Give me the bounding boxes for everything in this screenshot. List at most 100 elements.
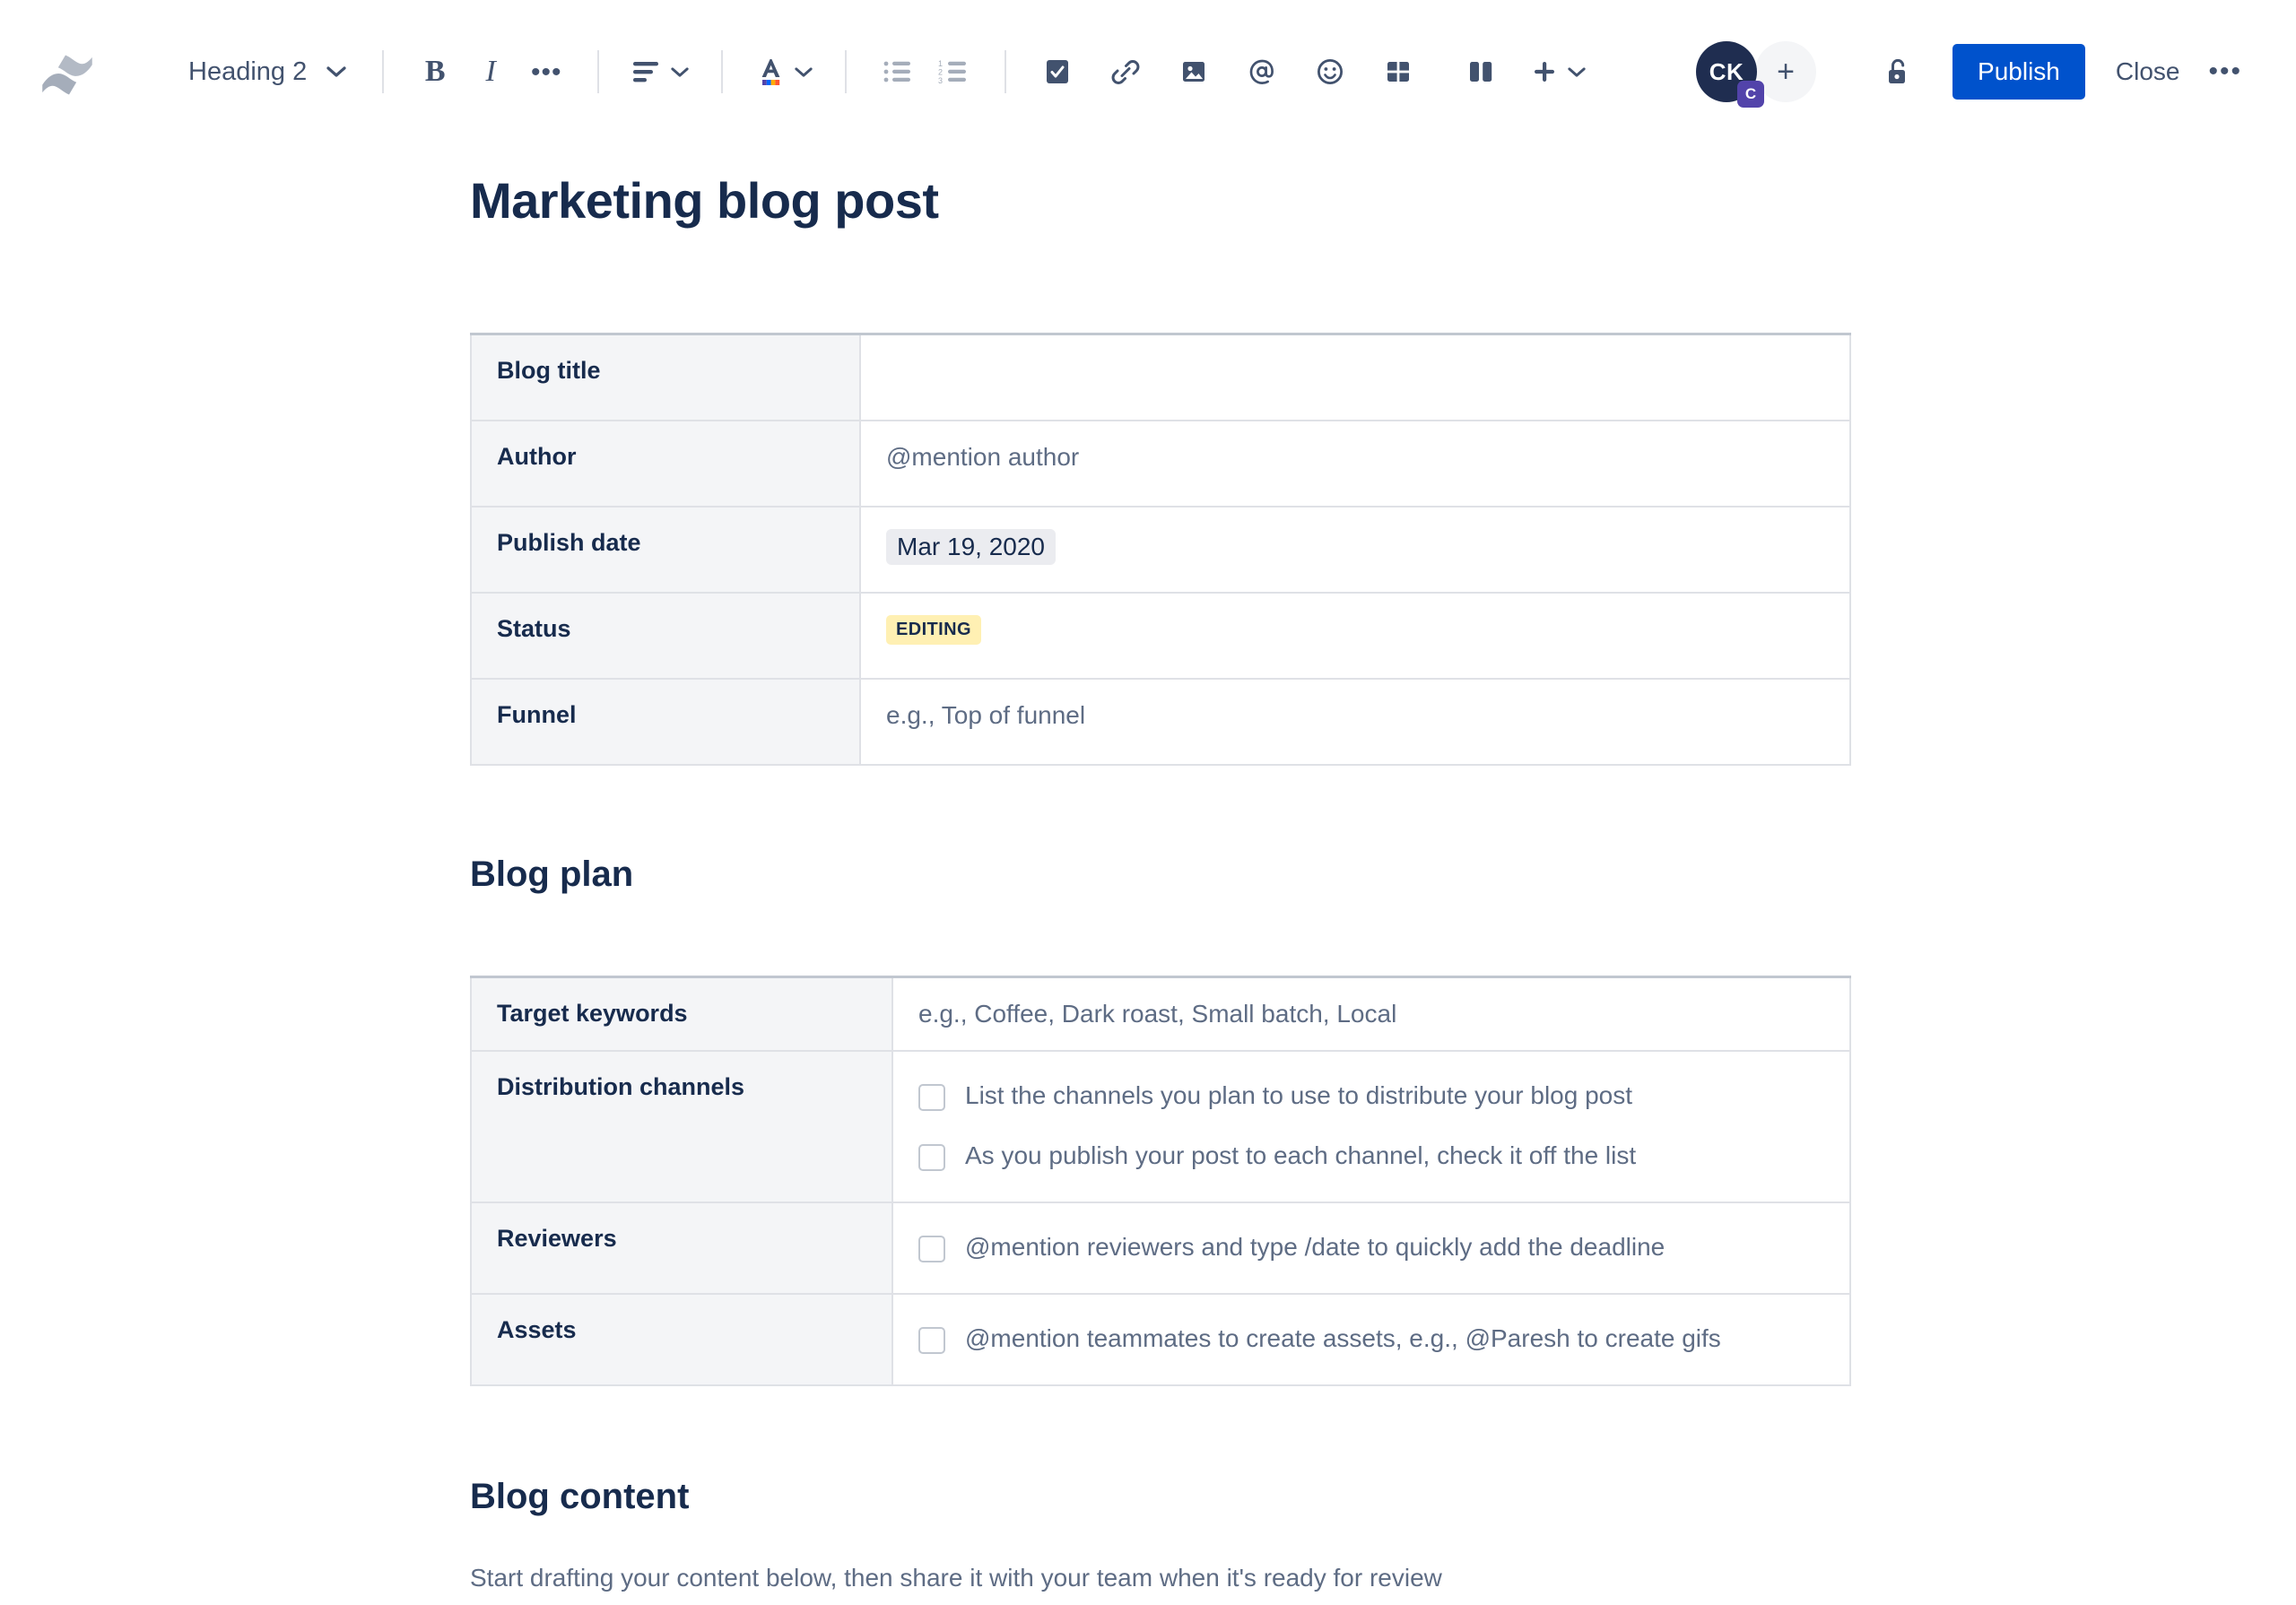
blog-content-heading[interactable]: Blog content (470, 1474, 1851, 1519)
row-label: Author (470, 419, 861, 508)
emoji-button[interactable] (1302, 44, 1358, 100)
avatar[interactable]: CK C (1696, 41, 1765, 108)
insert-button[interactable] (1521, 44, 1595, 100)
document-body: Marketing blog post Blog title Author @m… (470, 170, 1851, 1596)
italic-button[interactable]: I (463, 44, 518, 100)
numbered-list-button[interactable]: 1 2 3 (926, 44, 981, 100)
task-label[interactable]: @mention reviewers and type /date to qui… (965, 1230, 1665, 1264)
list-item: List the channels you plan to use to dis… (918, 1079, 1824, 1113)
blog-plan-table: Target keywords e.g., Coffee, Dark roast… (470, 975, 1851, 1386)
italic-label: I (485, 55, 496, 88)
task-list-button[interactable] (1030, 44, 1085, 100)
row-value: @mention teammates to create assets, e.g… (891, 1293, 1851, 1386)
toolbar-left-group: Heading 2 (34, 39, 359, 105)
toolbar-divider (382, 50, 385, 93)
list-item: @mention reviewers and type /date to qui… (918, 1230, 1824, 1264)
chevron-down-icon (671, 66, 689, 77)
toolbar-format-group: B I ••• 1 2 3 (359, 44, 1696, 100)
chevron-down-icon (795, 66, 813, 77)
task-label[interactable]: As you publish your post to each channel… (965, 1139, 1636, 1173)
row-value[interactable]: e.g., Coffee, Dark roast, Small batch, L… (891, 976, 1851, 1052)
table-icon (1387, 62, 1410, 82)
blog-plan-heading[interactable]: Blog plan (470, 852, 1851, 897)
task-checkbox[interactable] (918, 1327, 945, 1355)
row-value[interactable]: EDITING (859, 591, 1851, 680)
bold-label: B (424, 55, 446, 88)
confluence-logo[interactable] (34, 39, 100, 105)
publish-button[interactable]: Publish (1952, 44, 2085, 100)
chevron-down-icon (326, 66, 346, 77)
bold-button[interactable]: B (407, 44, 463, 100)
mention-icon (1249, 59, 1274, 84)
row-value: List the channels you plan to use to dis… (891, 1049, 1851, 1204)
list-item: @mention teammates to create assets, e.g… (918, 1322, 1824, 1356)
mention-button[interactable] (1234, 44, 1290, 100)
text-align-icon (633, 62, 659, 82)
toolbar-divider (1004, 50, 1007, 93)
table-button[interactable] (1370, 44, 1426, 100)
status-badge[interactable]: EDITING (886, 614, 981, 645)
task-checkbox[interactable] (918, 1083, 945, 1111)
row-value[interactable]: e.g., Top of funnel (859, 677, 1851, 766)
task-list-icon (1047, 60, 1069, 83)
row-label: Funnel (470, 677, 861, 766)
emoji-icon (1318, 58, 1344, 85)
table-row: Blog title (470, 333, 1851, 421)
chevron-down-icon (1568, 66, 1586, 77)
row-value[interactable]: Mar 19, 2020 (859, 505, 1851, 594)
row-label: Blog title (470, 333, 861, 421)
row-value: @mention reviewers and type /date to qui… (891, 1202, 1851, 1296)
image-button[interactable] (1166, 44, 1222, 100)
layout-button[interactable] (1453, 44, 1509, 100)
link-icon (1111, 60, 1140, 84)
row-label: Target keywords (470, 976, 893, 1052)
blog-content-text[interactable]: Start drafting your content below, then … (470, 1560, 1851, 1597)
text-color-icon (761, 59, 780, 85)
text-color-button[interactable] (746, 44, 822, 100)
toolbar-right-group: CK C + Publish Close ••• (1696, 41, 2253, 108)
publish-date-pill[interactable]: Mar 19, 2020 (886, 528, 1056, 565)
more-formatting-label: ••• (530, 56, 562, 87)
svg-text:2: 2 (938, 68, 943, 77)
svg-text:1: 1 (938, 59, 943, 68)
bullet-list-button[interactable] (870, 44, 926, 100)
row-label: Status (470, 591, 861, 680)
block-type-selector[interactable]: Heading 2 (176, 44, 359, 100)
bullet-list-icon (883, 61, 911, 82)
table-row: Distribution channels List the channels … (470, 1049, 1851, 1204)
toolbar-divider (721, 50, 724, 93)
table-row: Status EDITING (470, 591, 1851, 680)
link-button[interactable] (1098, 44, 1153, 100)
row-label: Reviewers (470, 1202, 893, 1296)
avatar-badge: C (1737, 81, 1765, 108)
block-type-label: Heading 2 (188, 56, 308, 86)
row-value[interactable]: @mention author (859, 419, 1851, 508)
editor-toolbar: Heading 2 B I ••• 1 2 3 CK C + Publish C… (0, 0, 2296, 143)
task-checkbox[interactable] (918, 1236, 945, 1263)
svg-text:3: 3 (938, 76, 943, 84)
page-title[interactable]: Marketing blog post (470, 170, 1851, 230)
task-label[interactable]: List the channels you plan to use to dis… (965, 1079, 1632, 1113)
more-options-button[interactable]: ••• (2197, 44, 2253, 100)
text-align-button[interactable] (622, 44, 698, 100)
list-item: As you publish your post to each channel… (918, 1139, 1824, 1173)
plus-icon (1535, 62, 1555, 82)
table-row: Assets @mention teammates to create asse… (470, 1293, 1851, 1386)
table-row: Publish date Mar 19, 2020 (470, 505, 1851, 594)
table-row: Reviewers @mention reviewers and type /d… (470, 1202, 1851, 1296)
toolbar-divider (845, 50, 848, 93)
add-person-button[interactable]: + (1755, 41, 1817, 102)
row-label: Publish date (470, 505, 861, 594)
task-checkbox[interactable] (918, 1144, 945, 1172)
numbered-list-icon: 1 2 3 (938, 59, 967, 84)
image-icon (1183, 62, 1205, 82)
close-button[interactable]: Close (2098, 44, 2198, 100)
toolbar-divider (597, 50, 600, 93)
row-value[interactable] (859, 333, 1851, 421)
row-label: Assets (470, 1293, 893, 1386)
task-label[interactable]: @mention teammates to create assets, e.g… (965, 1322, 1721, 1356)
layout-icon (1470, 62, 1492, 82)
unlock-icon (1889, 58, 1906, 83)
restrictions-button[interactable] (1870, 44, 1926, 100)
more-formatting-button[interactable]: ••• (518, 44, 574, 100)
